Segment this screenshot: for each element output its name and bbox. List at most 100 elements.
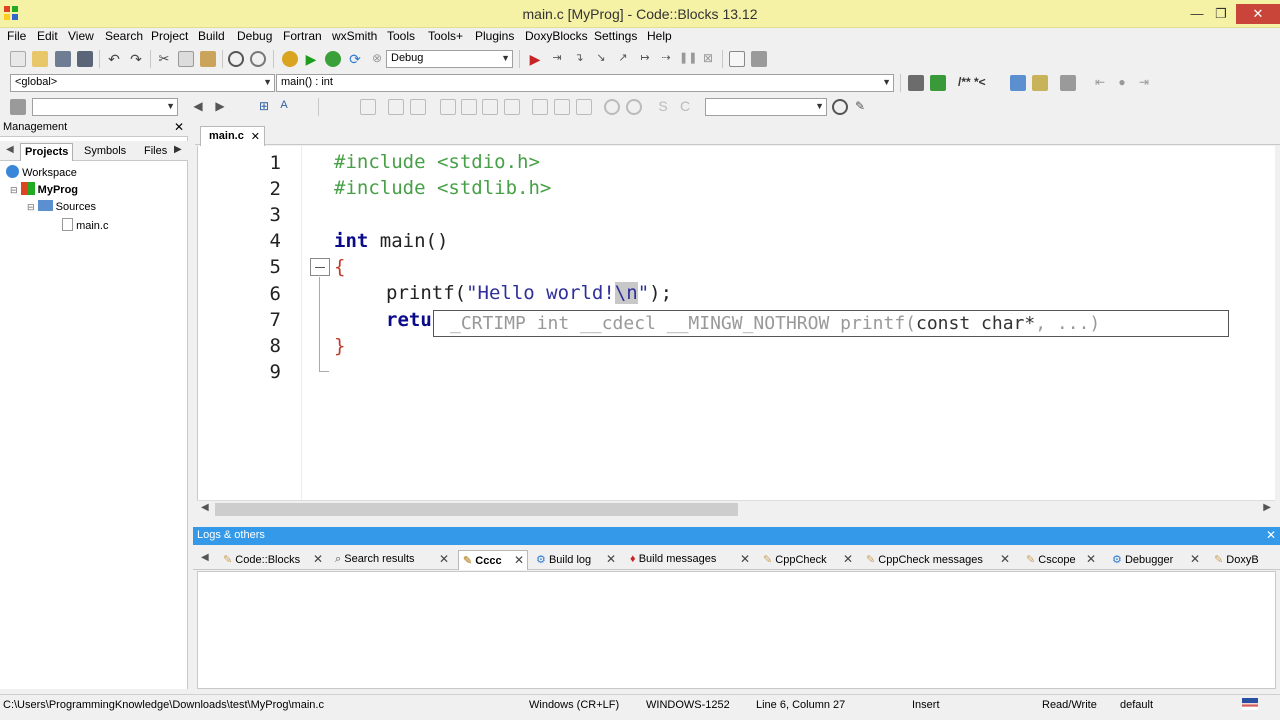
- next-bookmark-icon[interactable]: ⇥: [1136, 75, 1152, 91]
- toggle-panel-icon[interactable]: [10, 99, 26, 115]
- log-tab-close-icon[interactable]: ✕: [606, 552, 616, 566]
- scroll-right-arrow-icon[interactable]: ▶: [1263, 502, 1271, 513]
- forward-arrow-icon[interactable]: ▶: [212, 99, 228, 115]
- management-close-button[interactable]: ✕: [174, 120, 184, 134]
- log-tab-close-icon[interactable]: ✕: [313, 552, 323, 566]
- frame-icon[interactable]: [360, 99, 376, 115]
- build-target-select[interactable]: Debug ▼: [386, 50, 513, 68]
- tree-project[interactable]: ⊟ MyProg: [10, 182, 78, 198]
- zoom-in-icon[interactable]: [604, 99, 620, 115]
- settings-wrench-icon[interactable]: [1060, 75, 1076, 91]
- align-right-icon[interactable]: [482, 99, 498, 115]
- image-icon[interactable]: [388, 99, 404, 115]
- minimize-button[interactable]: —: [1184, 4, 1210, 24]
- log-tab-codeblocks[interactable]: ✎ Code::Blocks ✕: [219, 550, 329, 570]
- log-tab-close-icon[interactable]: ✕: [514, 553, 524, 567]
- log-tab-build-messages[interactable]: ♦ Build messages ✕: [626, 550, 756, 570]
- open-file-icon[interactable]: [32, 51, 48, 67]
- prev-bookmark-icon[interactable]: ⇤: [1092, 75, 1108, 91]
- log-tab-close-icon[interactable]: ✕: [1190, 552, 1200, 566]
- rebuild-icon[interactable]: ⟳: [347, 51, 363, 67]
- cut-icon[interactable]: ✂: [156, 51, 172, 67]
- align-center-icon[interactable]: [461, 99, 477, 115]
- run-to-cursor-icon[interactable]: ⇥: [549, 51, 565, 67]
- save-all-icon[interactable]: [77, 51, 93, 67]
- menu-file[interactable]: File: [7, 29, 26, 43]
- menu-search[interactable]: Search: [105, 29, 143, 43]
- log-tab-close-icon[interactable]: ✕: [1000, 552, 1010, 566]
- box-alt-icon[interactable]: [554, 99, 570, 115]
- log-tab-debugger[interactable]: ⚙ Debugger ✕: [1108, 550, 1206, 570]
- tab-files[interactable]: Files: [140, 143, 171, 161]
- paste-icon[interactable]: [200, 51, 216, 67]
- tab-main-c[interactable]: main.c ✕: [200, 126, 265, 146]
- html-docs-icon[interactable]: [1032, 75, 1048, 91]
- menu-help[interactable]: Help: [647, 29, 672, 43]
- editor-horizontal-scrollbar[interactable]: ◀ ▶: [197, 500, 1275, 517]
- log-tab-cppcheck[interactable]: ✎ CppCheck ✕: [759, 550, 859, 570]
- log-tab-close-icon[interactable]: ✕: [439, 552, 449, 566]
- logs-close-button[interactable]: ✕: [1266, 528, 1276, 542]
- jump-declaration-icon[interactable]: [908, 75, 924, 91]
- various-info-icon[interactable]: [751, 51, 767, 67]
- menu-settings[interactable]: Settings: [594, 29, 637, 43]
- new-file-icon[interactable]: [10, 51, 26, 67]
- tabs-left-arrow-icon[interactable]: ◀: [6, 144, 14, 155]
- align-left-icon[interactable]: [440, 99, 456, 115]
- tree-sources-folder[interactable]: ⊟ Sources: [27, 200, 96, 216]
- secondary-search-combo[interactable]: ▼: [705, 98, 827, 116]
- jump-implementation-icon[interactable]: [930, 75, 946, 91]
- doxywizard-icon[interactable]: [1010, 75, 1026, 91]
- undo-icon[interactable]: ↶: [106, 51, 122, 67]
- log-output-area[interactable]: [197, 571, 1276, 689]
- c-icon[interactable]: C: [677, 98, 693, 114]
- build-and-run-icon[interactable]: [325, 51, 341, 67]
- log-tab-cccc[interactable]: ✎ Cccc ✕: [458, 550, 528, 570]
- menu-fortran[interactable]: Fortran: [283, 29, 322, 43]
- tabs-left-arrow-icon[interactable]: ◀: [201, 552, 209, 563]
- back-arrow-icon[interactable]: ◀: [190, 99, 206, 115]
- insert-widget-icon[interactable]: ⊞: [256, 99, 272, 115]
- scroll-left-arrow-icon[interactable]: ◀: [201, 502, 209, 513]
- step-instruction-icon[interactable]: ⇢: [658, 51, 674, 67]
- toggle-bookmark-icon[interactable]: ●: [1114, 75, 1130, 91]
- log-tab-close-icon[interactable]: ✕: [843, 552, 853, 566]
- box-grid-icon[interactable]: [576, 99, 592, 115]
- s-icon[interactable]: S: [655, 98, 671, 114]
- menu-edit[interactable]: Edit: [37, 29, 58, 43]
- debug-windows-icon[interactable]: [729, 51, 745, 67]
- next-instruction-icon[interactable]: ↦: [637, 51, 653, 67]
- tab-projects[interactable]: Projects: [20, 143, 74, 161]
- fold-collapse-icon[interactable]: [310, 258, 330, 276]
- font-icon[interactable]: A: [276, 99, 292, 115]
- log-tab-close-icon[interactable]: ✕: [1086, 552, 1096, 566]
- abort-icon[interactable]: ⊗: [369, 51, 385, 67]
- debug-start-icon[interactable]: ▶: [527, 51, 543, 67]
- close-window-button[interactable]: ✕: [1236, 4, 1280, 24]
- menu-doxyblocks[interactable]: DoxyBlocks: [525, 29, 588, 43]
- menu-wxsmith[interactable]: wxSmith: [332, 29, 377, 43]
- function-select[interactable]: main() : int ▼: [276, 74, 894, 92]
- copy-icon[interactable]: [178, 51, 194, 67]
- collapse-icon[interactable]: ⊟: [10, 185, 18, 195]
- stop-debugger-icon[interactable]: ⊠: [700, 51, 716, 67]
- find-icon[interactable]: [228, 51, 244, 67]
- maximize-button[interactable]: ❐: [1208, 4, 1234, 24]
- step-into-icon[interactable]: ↘: [593, 51, 609, 67]
- menu-tools-plus[interactable]: Tools+: [428, 29, 463, 43]
- tab-close-icon[interactable]: ✕: [251, 130, 260, 143]
- menu-tools[interactable]: Tools: [387, 29, 415, 43]
- run-icon[interactable]: ▶: [303, 51, 319, 67]
- scrollbar-thumb[interactable]: [215, 503, 738, 516]
- tool-icon[interactable]: ✎: [852, 99, 868, 115]
- box-icon[interactable]: [532, 99, 548, 115]
- tab-symbols[interactable]: Symbols: [80, 143, 130, 161]
- log-tab-cppcheck-messages[interactable]: ✎ CppCheck messages ✕: [862, 550, 1016, 570]
- doxyblocks-comment-button[interactable]: /** *<: [958, 75, 998, 91]
- justify-icon[interactable]: [504, 99, 520, 115]
- log-tab-close-icon[interactable]: ✕: [740, 552, 750, 566]
- log-tab-search-results[interactable]: ⌕ Search results ✕: [331, 550, 455, 570]
- zoom-out-icon[interactable]: [626, 99, 642, 115]
- redo-icon[interactable]: ↷: [128, 51, 144, 67]
- step-out-icon[interactable]: ↗: [615, 51, 631, 67]
